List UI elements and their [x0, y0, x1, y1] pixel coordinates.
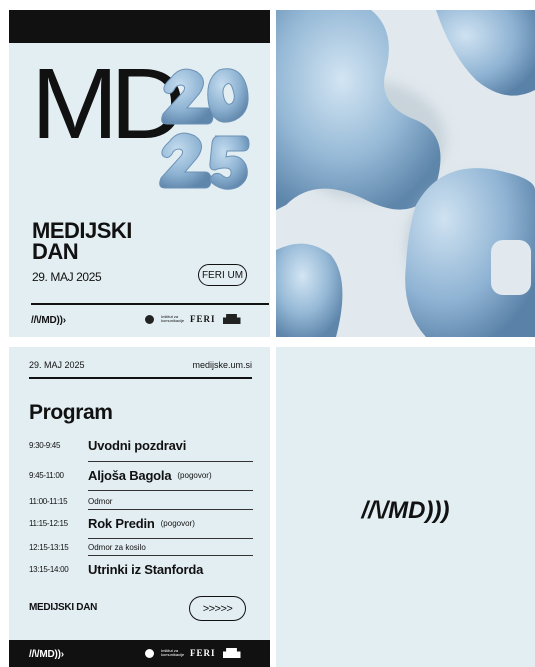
- institute-logo-text: Inštitut za komunikacije: [161, 648, 185, 657]
- program-row-time: 11:00-11:15: [29, 497, 68, 506]
- feri-logo: FERI: [190, 648, 216, 658]
- program-row-label: Odmor za kosilo: [88, 543, 146, 552]
- program-row: 9:45-11:00 Aljoša Bagola (pogovor): [29, 468, 252, 483]
- poster-title: MEDIJSKI DAN: [32, 218, 132, 264]
- program-row-divider: [88, 461, 253, 462]
- program-row: 12:15-13:15 Odmor za kosilo: [29, 543, 252, 552]
- program-row-label: Odmor: [88, 497, 113, 506]
- program-row-time: 9:45-11:00: [29, 471, 64, 480]
- feri-um-badge[interactable]: FERI UM: [198, 264, 247, 286]
- program-row: 13:15-14:00 Utrinki iz Stanforda: [29, 562, 252, 577]
- program-footer-title: MEDIJSKI DAN: [29, 602, 98, 613]
- program-row-time: 11:15-12:15: [29, 519, 68, 528]
- program-row-divider: [88, 538, 253, 539]
- program-header: 29. MAJ 2025 medijske.um.si: [29, 360, 252, 370]
- program-header-rule: [29, 377, 252, 379]
- program-partner-logos: Inštitut za komunikacije FERI: [145, 648, 241, 658]
- poster-top-bar: [9, 10, 270, 43]
- arrow-button[interactable]: >>>>>: [189, 596, 246, 621]
- program-row-time: 9:30-9:45: [29, 441, 61, 450]
- program-row-note: (pogovor): [160, 519, 195, 528]
- poster-brand-logo: //\/MD))›: [31, 315, 66, 326]
- program-row-label: Rok Predin: [88, 516, 155, 531]
- blob-2025-graphic: [159, 68, 250, 190]
- institute-logo-text: Inštitut za komunikacije: [161, 314, 185, 323]
- program-row-label: Uvodni pozdravi: [88, 438, 187, 453]
- program-row-divider: [88, 555, 253, 556]
- program-brand-logo: //\/MD))›: [29, 649, 64, 660]
- university-building-icon: [222, 648, 241, 658]
- poster-date: 29. MAJ 2025: [32, 270, 102, 284]
- program-row: 11:00-11:15 Odmor: [29, 497, 252, 506]
- program-title: Program: [29, 401, 113, 424]
- poster-partner-logos: Inštitut za komunikacije FERI: [145, 314, 241, 324]
- program-row-time: 13:15-14:00: [29, 565, 69, 574]
- poster-panel: MD MEDIJSKI DAN 29. MAJ 2025 FERI UM //\…: [9, 10, 270, 337]
- program-row-divider: [88, 509, 253, 510]
- program-row: 11:15-12:15 Rok Predin (pogovor): [29, 516, 252, 531]
- institute-logo-icon: [145, 648, 154, 658]
- blob-closeup-panel: [276, 10, 535, 337]
- program-date: 29. MAJ 2025: [29, 360, 85, 370]
- program-row-label: Aljoša Bagola: [88, 468, 172, 483]
- program-row-time: 12:15-13:15: [29, 543, 69, 552]
- logo-panel: //\/MD))): [276, 347, 535, 667]
- program-panel: 29. MAJ 2025 medijske.um.si Program 9:30…: [9, 347, 270, 667]
- program-bottom-bar: //\/MD))› Inštitut za komunikacije FERI: [9, 640, 270, 667]
- program-row-label: Utrinki iz Stanforda: [88, 562, 204, 577]
- institute-logo-icon: [145, 314, 154, 324]
- program-row-note: (pogovor): [177, 471, 212, 480]
- university-building-icon: [222, 314, 241, 324]
- website-link[interactable]: medijske.um.si: [192, 360, 252, 370]
- program-row: 9:30-9:45 Uvodni pozdravi: [29, 438, 252, 453]
- poster-title-line2: DAN: [32, 239, 79, 264]
- brand-logo-large: //\/MD))): [361, 497, 450, 524]
- poster-divider: [31, 303, 269, 305]
- program-row-divider: [88, 490, 253, 491]
- poster-title-line1: MEDIJSKI: [32, 218, 132, 243]
- blob-closeup-image: [276, 10, 535, 337]
- feri-logo: FERI: [190, 314, 216, 324]
